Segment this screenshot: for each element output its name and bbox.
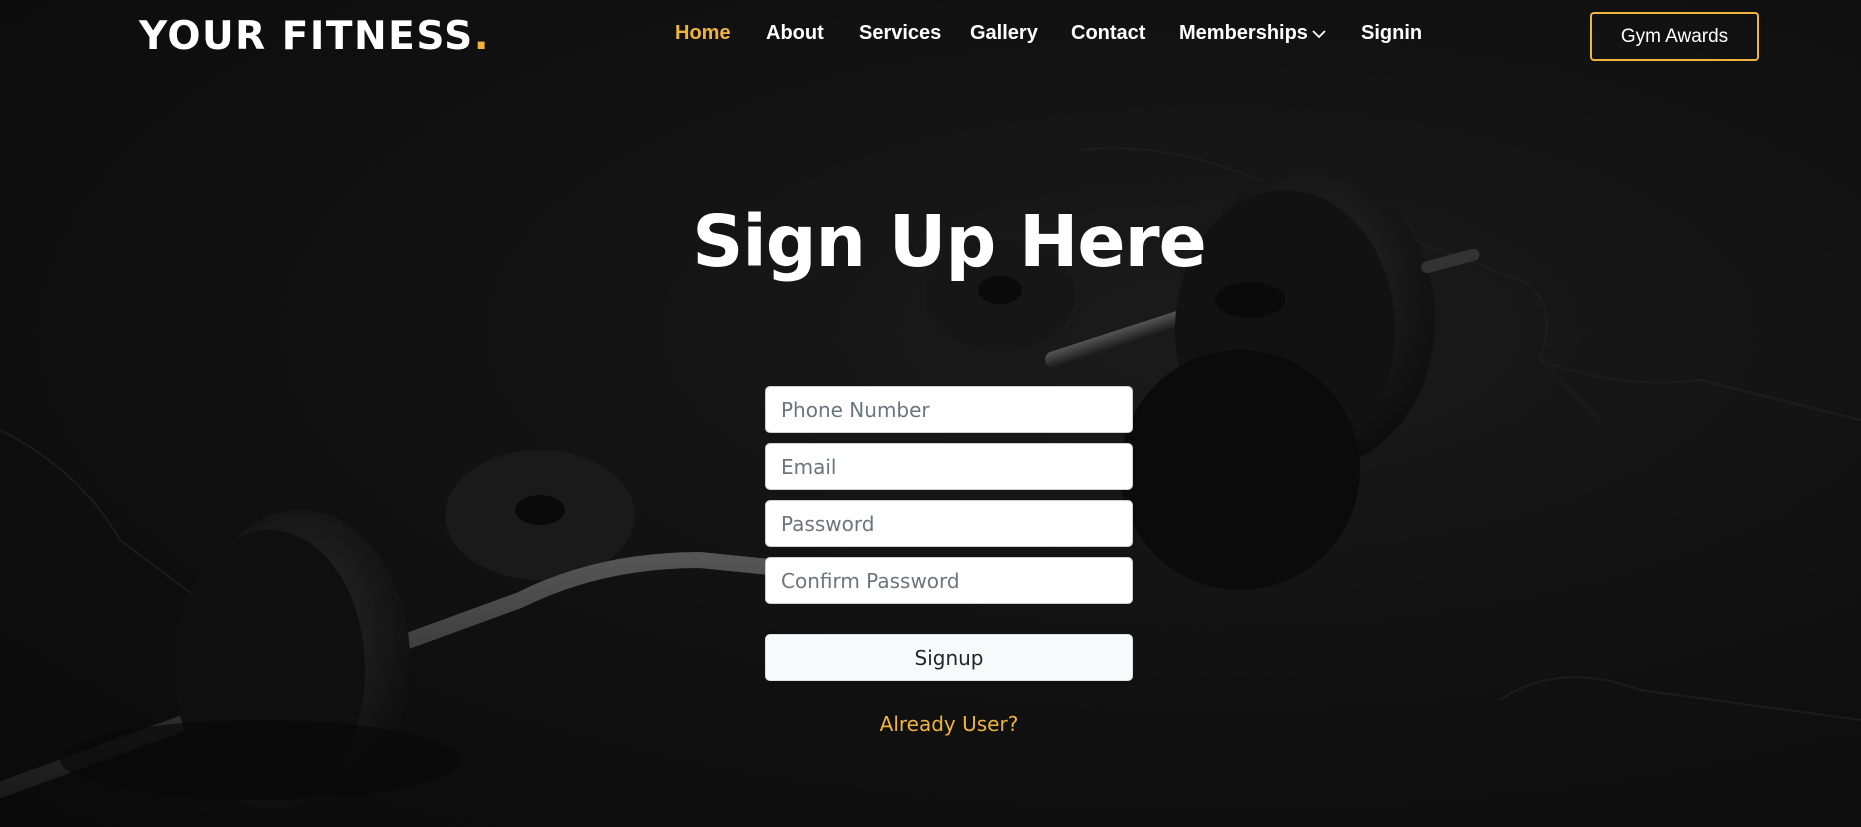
phone-number-input[interactable] bbox=[765, 386, 1133, 433]
nav-signin[interactable]: Signin bbox=[1361, 22, 1422, 45]
brand-name: YOUR FITNESS bbox=[139, 14, 474, 59]
email-input[interactable] bbox=[765, 443, 1133, 490]
site-header: YOUR FITNESS. Home About Services Galler… bbox=[0, 0, 1861, 72]
page-title: Sign Up Here bbox=[692, 200, 1207, 283]
already-user-link[interactable]: Already User? bbox=[765, 712, 1133, 736]
password-input[interactable] bbox=[765, 500, 1133, 547]
chevron-down-icon bbox=[1312, 30, 1326, 38]
brand-logo[interactable]: YOUR FITNESS. bbox=[139, 14, 490, 59]
nav-services[interactable]: Services bbox=[859, 22, 941, 45]
nav-gallery[interactable]: Gallery bbox=[970, 22, 1038, 45]
gym-awards-button[interactable]: Gym Awards bbox=[1590, 12, 1759, 61]
brand-dot: . bbox=[473, 14, 491, 59]
confirm-password-input[interactable] bbox=[765, 557, 1133, 604]
nav-home[interactable]: Home bbox=[675, 22, 731, 45]
nav-memberships[interactable]: Memberships bbox=[1179, 22, 1326, 45]
signup-button[interactable]: Signup bbox=[765, 634, 1133, 681]
nav-contact[interactable]: Contact bbox=[1071, 22, 1145, 45]
nav-memberships-label: Memberships bbox=[1179, 22, 1308, 44]
nav-about[interactable]: About bbox=[766, 22, 824, 45]
